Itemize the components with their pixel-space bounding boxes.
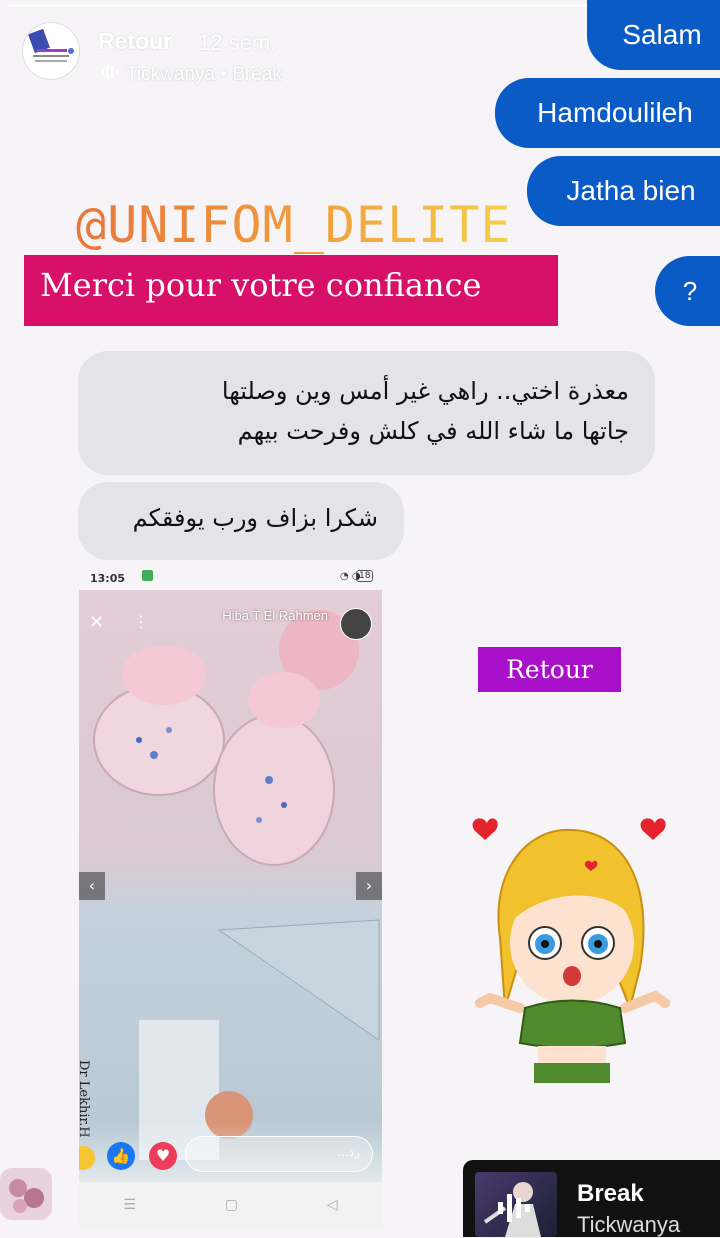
love-reaction-icon[interactable]: ♥ [149, 1142, 177, 1170]
embedded-status-bar: 13:05 ◔ ◑ 18 [80, 568, 382, 588]
notification-icon [142, 570, 153, 581]
message-text: جاتها ما شاء الله في كلش وفرحت بيهم [237, 417, 629, 445]
outgoing-message-bubble: Salam [587, 0, 720, 70]
music-info-text: Tickwanya • Break [126, 64, 282, 85]
music-artist: Tickwanya [577, 1212, 681, 1237]
incoming-message-bubble: شكرا بزاف ورب يوفقكم [78, 482, 404, 560]
cartoon-girl-sticker [472, 818, 670, 1083]
story-timestamp: 12 sem. [198, 30, 277, 55]
embedded-clock: 13:05 [90, 572, 126, 585]
album-cover [475, 1172, 557, 1237]
back-icon: ◁ [326, 1197, 338, 1213]
viewer-profile-thumbnail[interactable] [0, 1168, 52, 1220]
embedded-nav-bar: ☰ ▢ ◁ [79, 1182, 382, 1228]
chevron-right-icon[interactable]: › [356, 872, 382, 900]
close-icon[interactable]: ✕ [89, 612, 104, 633]
story-author-avatar[interactable] [22, 22, 80, 80]
incoming-message-bubble: معذرة اختي.. راهي غير أمس وين وصلتها جات… [78, 351, 655, 475]
message-text: ? [682, 275, 698, 306]
message-text: معذرة اختي.. راهي غير أمس وين وصلتها [221, 377, 629, 405]
music-sticker[interactable]: Break Tickwanya [463, 1160, 720, 1237]
home-icon: ▢ [224, 1197, 238, 1213]
message-text: Salam [622, 19, 702, 50]
outgoing-message-bubble: Jatha bien [527, 156, 720, 226]
embedded-reply-input[interactable]: رد... [185, 1136, 373, 1172]
music-title: Break [577, 1180, 644, 1207]
shoes-photo [79, 590, 382, 1182]
message-text: Hamdoulileh [537, 97, 693, 128]
story-music-info[interactable]: Tickwanya • Break [100, 64, 282, 86]
outgoing-message-bubble: Hamdoulileh [495, 78, 720, 148]
menu-icon: ☰ [123, 1197, 136, 1213]
message-text: Jatha bien [566, 175, 696, 206]
retour-sticker: Retour [478, 647, 621, 692]
embedded-poster-name: Hiba T El Rahmen [222, 608, 328, 623]
music-bars-icon [100, 64, 120, 86]
reply-placeholder: رد... [337, 1145, 360, 1159]
story-username[interactable]: Retour [98, 28, 172, 55]
embedded-story-screenshot: ✕ ⋮ Hiba T El Rahmen ‹ › Dr Lekhir.H 👍 ♥… [79, 590, 382, 1182]
outgoing-message-bubble: ? [655, 256, 720, 326]
embedded-poster-avatar [340, 608, 372, 640]
message-text: شكرا بزاف ورب يوفقكم [132, 504, 378, 532]
battery-indicator: 18 [356, 570, 374, 582]
thanks-sticker-text: Merci pour votre confiance [40, 266, 482, 304]
brand-handle-sticker: @UNIFOM_DELITE [76, 196, 512, 254]
like-reaction-icon[interactable]: 👍 [107, 1142, 135, 1170]
more-vertical-icon[interactable]: ⋮ [133, 612, 149, 631]
music-bars-icon [497, 1192, 531, 1226]
chevron-left-icon[interactable]: ‹ [79, 872, 105, 900]
